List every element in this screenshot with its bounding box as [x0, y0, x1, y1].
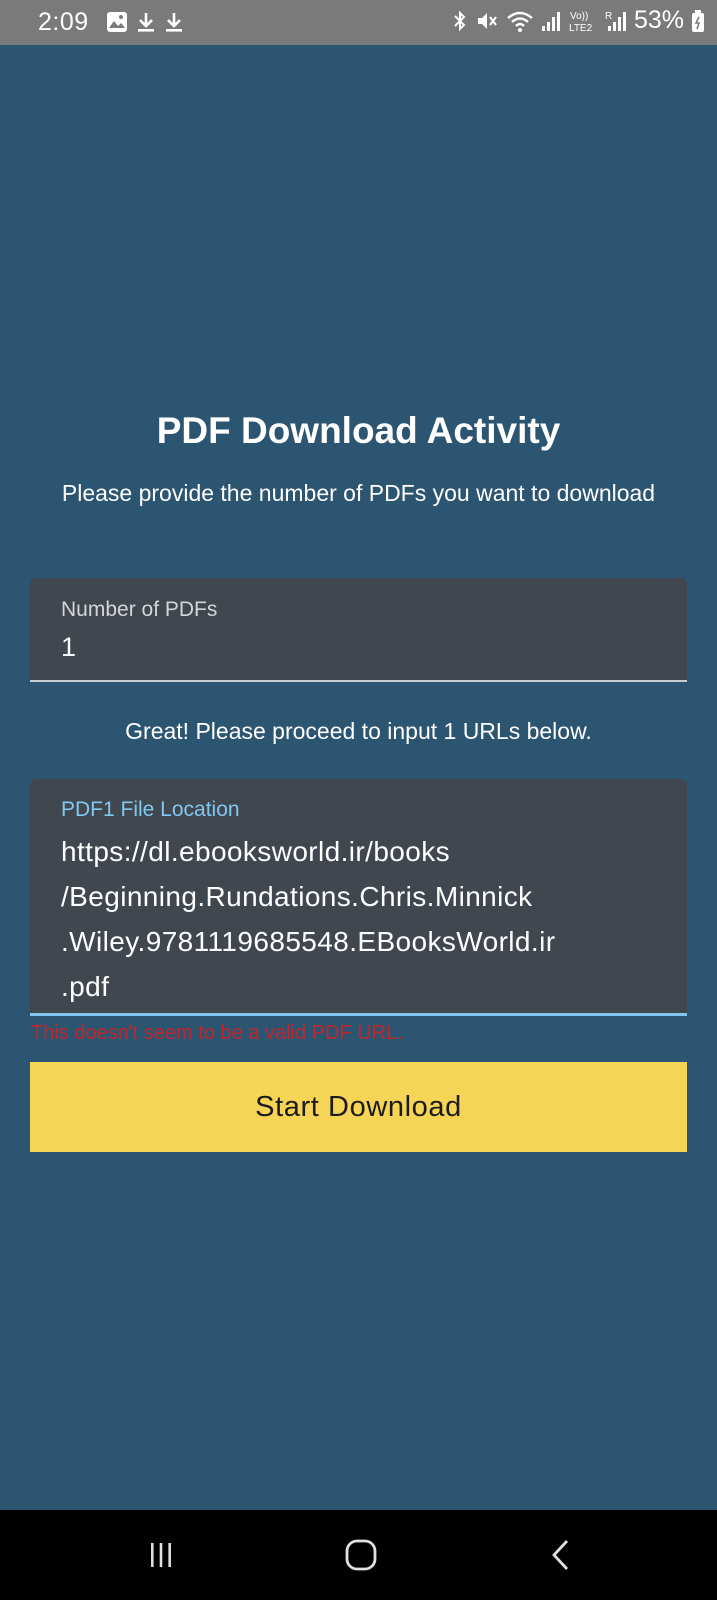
- battery-icon: [691, 9, 705, 33]
- signal-icon: [541, 9, 561, 33]
- mute-icon: [475, 9, 499, 33]
- pdf1-file-location-label: PDF1 File Location: [61, 798, 240, 821]
- pdf1-file-location-input[interactable]: https://dl.ebooksworld.ir/books /Beginni…: [61, 829, 661, 1009]
- battery-percentage: 53%: [633, 6, 684, 34]
- volte-lte2-icon: Vo)) LTE2: [568, 8, 598, 34]
- recents-icon[interactable]: [131, 1532, 191, 1578]
- start-download-button[interactable]: Start Download: [30, 1062, 687, 1152]
- url-error-message: This doesn't seem to be a valid PDF URL.: [31, 1022, 403, 1044]
- wifi-icon: [506, 9, 534, 33]
- home-icon[interactable]: [331, 1532, 391, 1578]
- proceed-message: Great! Please proceed to input 1 URLs be…: [125, 718, 592, 744]
- svg-text:Vo)): Vo)): [570, 11, 588, 22]
- image-icon: [106, 11, 128, 33]
- navigation-bar: [0, 1510, 717, 1600]
- download-icon: [136, 11, 156, 33]
- back-icon[interactable]: [531, 1532, 591, 1578]
- number-of-pdfs-input[interactable]: [61, 632, 641, 663]
- system-icons: Vo)) LTE2 R 53%: [452, 6, 705, 35]
- svg-text:R: R: [605, 11, 612, 22]
- download-icon: [164, 11, 184, 33]
- bluetooth-icon: [452, 9, 468, 33]
- signal-icon: R: [605, 9, 627, 33]
- number-of-pdfs-field[interactable]: Number of PDFs: [30, 578, 687, 682]
- instructions-text: Please provide the number of PDFs you wa…: [61, 480, 656, 506]
- svg-text:LTE2: LTE2: [569, 23, 593, 34]
- pdf1-file-location-field[interactable]: PDF1 File Location https://dl.ebooksworl…: [30, 779, 687, 1016]
- number-of-pdfs-label: Number of PDFs: [61, 598, 218, 621]
- status-time: 2:09: [38, 8, 89, 36]
- status-bar: 2:09 Vo)) LTE2 R 53%: [0, 0, 717, 45]
- notification-icons: [106, 11, 184, 33]
- page-title: PDF Download Activity: [156, 410, 561, 451]
